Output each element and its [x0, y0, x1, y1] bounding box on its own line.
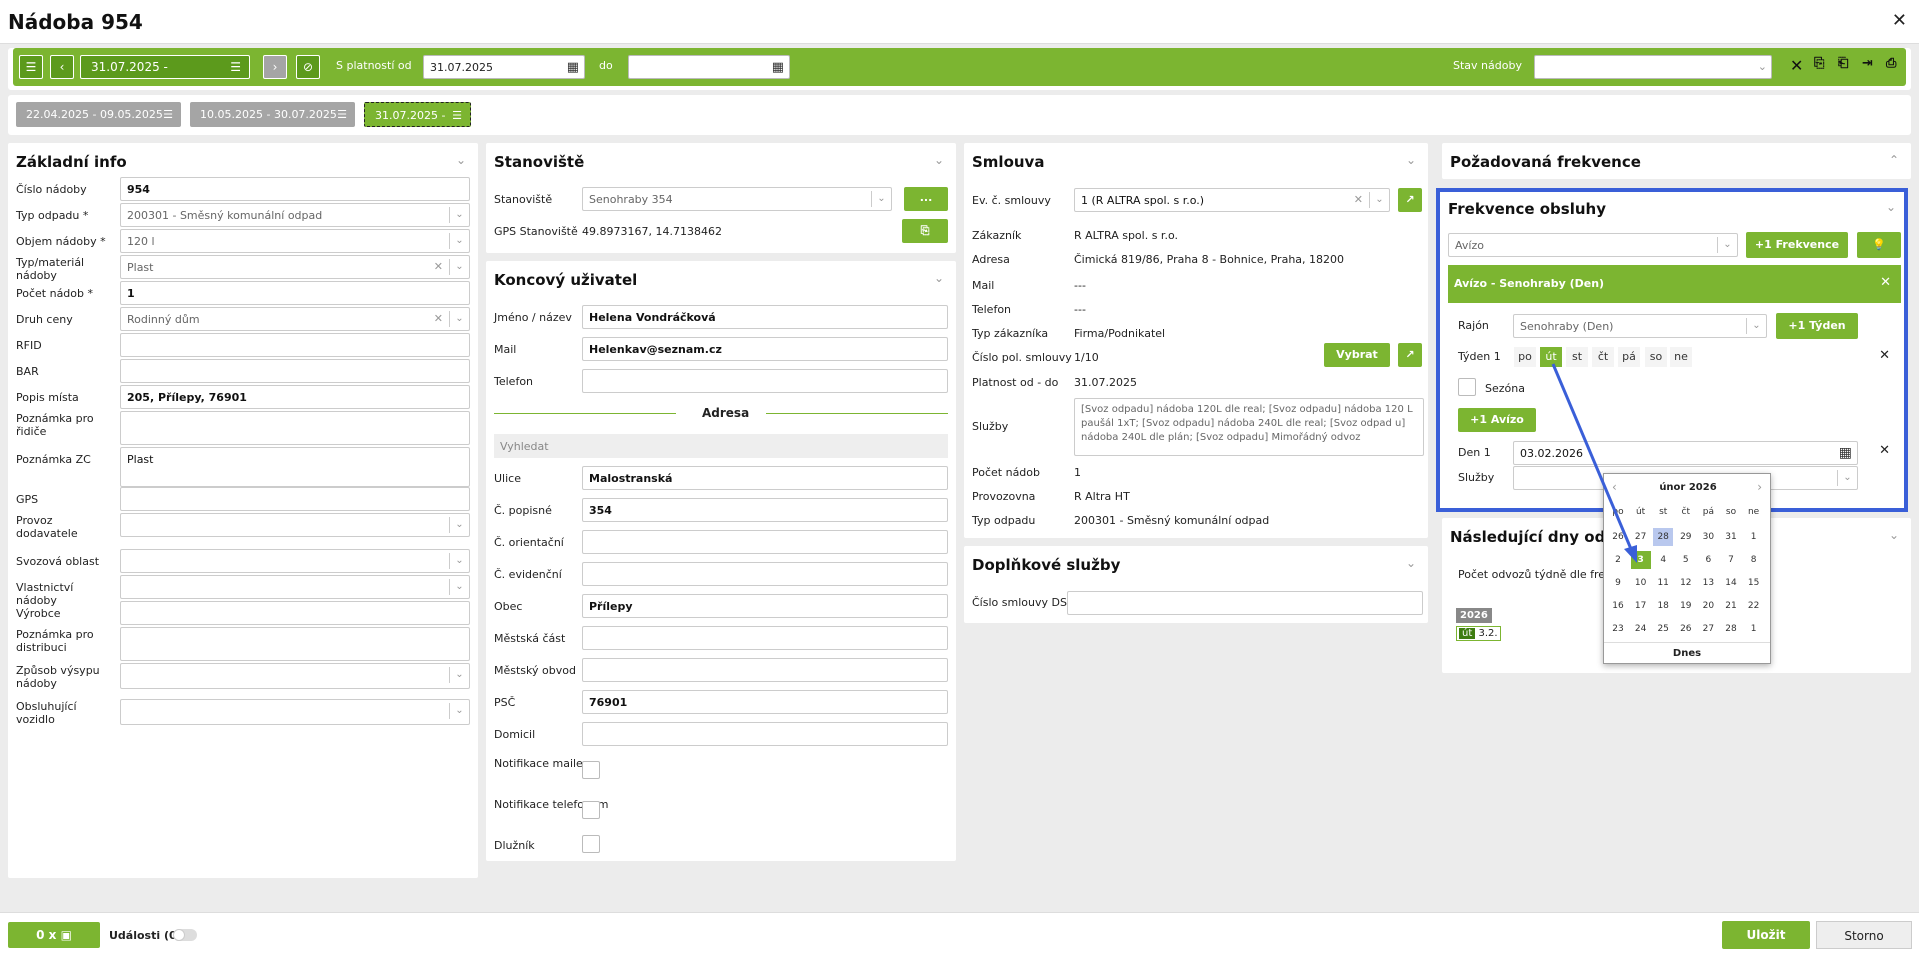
- image-icon: ▣: [60, 928, 72, 942]
- save-button[interactable]: Uložit: [1722, 921, 1810, 949]
- annotation-arrow: [1551, 363, 1637, 563]
- footer: 0 x ▣ Události (0) Uložit Storno: [0, 912, 1919, 958]
- attachments-count: 0 x: [36, 928, 57, 942]
- cancel-button[interactable]: Storno: [1816, 921, 1912, 949]
- attachments-button[interactable]: 0 x ▣: [8, 922, 100, 948]
- events-toggle[interactable]: [173, 929, 197, 941]
- events-label: Události (0): [109, 929, 182, 942]
